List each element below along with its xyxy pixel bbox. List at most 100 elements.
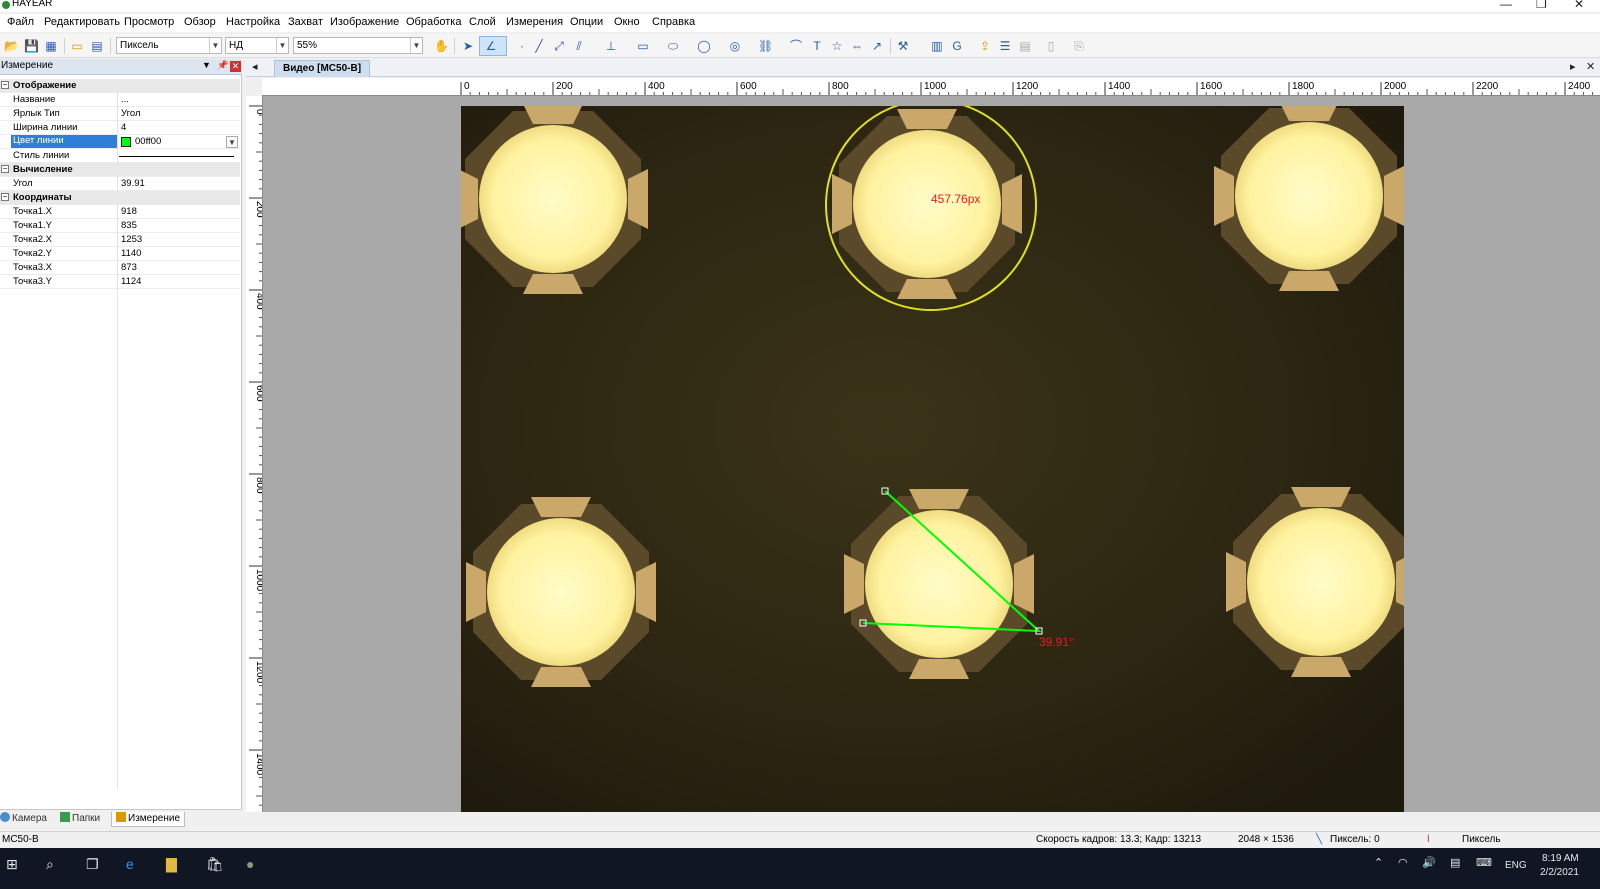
network-icon[interactable]: ◠ <box>1398 856 1408 869</box>
keyboard-icon[interactable]: ⌨ <box>1476 856 1492 869</box>
menu-window[interactable]: Окно <box>614 16 640 28</box>
prop-row-p2x[interactable]: Точка2.X 1253 <box>0 233 240 247</box>
tab-video[interactable]: Видео [MC50-B] <box>274 60 370 77</box>
arrow-line-icon[interactable]: ⤢ <box>552 39 566 53</box>
menu-measure[interactable]: Измерения <box>506 16 563 28</box>
g-icon[interactable]: G <box>950 39 964 53</box>
scale-bar-icon[interactable]: ⇔ <box>850 39 864 53</box>
category-calc[interactable]: − Вычисление <box>0 163 240 177</box>
menu-edit[interactable]: Редактировать <box>44 16 120 28</box>
prop-row-label-type[interactable]: Ярлык Тип Угол <box>0 107 240 121</box>
hand-icon[interactable]: ✋ <box>434 39 449 53</box>
prop-row-p3x[interactable]: Точка3.X 873 <box>0 261 240 275</box>
polygon-icon[interactable]: ☆ <box>830 39 844 53</box>
volume-icon[interactable]: 🔊 <box>1422 856 1436 869</box>
collapse-icon[interactable]: − <box>1 81 9 89</box>
link-icon[interactable]: ⛓ <box>758 39 773 53</box>
close-button[interactable]: ✕ <box>1574 0 1584 11</box>
prop-row-line-width[interactable]: Ширина линии 4 <box>0 121 240 135</box>
menu-browse[interactable]: Обзор <box>184 16 216 28</box>
prop-row-p1x[interactable]: Точка1.X 918 <box>0 205 240 219</box>
panel-menu-icon[interactable]: ▼ <box>202 60 211 70</box>
menu-help[interactable]: Справка <box>652 16 695 28</box>
pointer-icon[interactable]: ➤ <box>461 39 475 53</box>
notifications-icon[interactable]: ▤ <box>1450 856 1460 869</box>
menu-setup[interactable]: Настройка <box>226 16 280 28</box>
restore-button[interactable]: ❐ <box>1536 0 1547 11</box>
curve-icon[interactable]: ⌒ <box>789 39 803 53</box>
export-icon[interactable]: ⇪ <box>978 39 992 53</box>
prop-row-p3y[interactable]: Точка3.Y 1124 <box>0 275 240 289</box>
table-icon[interactable]: ▤ <box>1018 39 1032 53</box>
tab-scroll-left-icon[interactable]: ◂ <box>252 60 258 73</box>
document-icon[interactable]: ▯ <box>1044 39 1058 53</box>
panel-close-icon[interactable]: ✕ <box>230 61 241 72</box>
minimize-button[interactable]: — <box>1500 0 1512 11</box>
windows-start-icon[interactable]: ⊞ <box>6 856 18 873</box>
folder-icon[interactable]: ▭ <box>70 39 84 53</box>
save-all-icon[interactable]: ▦ <box>44 39 58 53</box>
thermometer-icon: ǀ <box>1427 834 1430 845</box>
clock-time[interactable]: 8:19 AM <box>1542 853 1579 864</box>
tab-folders[interactable]: Папки <box>60 812 100 827</box>
tray-chevron-icon[interactable]: ⌃ <box>1374 856 1383 869</box>
ruler-h-label: 1000 <box>924 81 947 92</box>
hayear-app-icon[interactable]: ● <box>246 856 254 872</box>
pin-icon[interactable]: 📌 <box>217 60 228 71</box>
prop-row-line-style[interactable]: Стиль линии <box>0 149 240 163</box>
task-view-icon[interactable]: ❐ <box>86 856 99 873</box>
input-language[interactable]: ENG <box>1505 860 1527 871</box>
unit-select[interactable]: Пиксель ▼ <box>116 37 222 54</box>
microscope-image[interactable]: 457.76px 39.91° <box>461 106 1404 812</box>
prop-row-line-color[interactable]: Цвет линии 00ff00 ▼ <box>0 135 240 149</box>
color-swatch <box>121 137 131 147</box>
collapse-icon[interactable]: − <box>1 193 9 201</box>
ellipse-icon[interactable]: ⬭ <box>666 39 680 53</box>
point-icon[interactable]: · <box>515 39 529 53</box>
concentric-icon[interactable]: ◎ <box>728 39 742 53</box>
prop-row-angle[interactable]: Угол 39.91 <box>0 177 240 191</box>
store-icon[interactable]: 🛍 <box>206 856 224 873</box>
category-display[interactable]: − Отображение <box>0 79 240 93</box>
menu-options[interactable]: Опции <box>570 16 603 28</box>
prop-row-name[interactable]: Название ... <box>0 93 240 107</box>
collapse-icon[interactable]: − <box>1 165 9 173</box>
tab-measurement[interactable]: Измерение <box>111 812 186 827</box>
text-icon[interactable]: T <box>810 39 824 53</box>
open-icon[interactable]: 📂 <box>4 39 19 53</box>
arrow-icon[interactable]: ↗ <box>870 39 884 53</box>
menu-process[interactable]: Обработка <box>406 16 461 28</box>
line-icon[interactable]: ╱ <box>532 39 546 53</box>
category-coords[interactable]: − Координаты <box>0 191 240 205</box>
magnification-select[interactable]: НД ▼ <box>225 37 289 54</box>
perpendicular-icon[interactable]: ⊥ <box>604 39 618 53</box>
report-icon[interactable]: ⎘ <box>1072 39 1086 53</box>
histogram-icon[interactable]: ▥ <box>930 39 944 53</box>
menu-capture[interactable]: Захват <box>288 16 323 28</box>
tab-scroll-right-icon[interactable]: ▸ <box>1570 60 1576 73</box>
parallel-icon[interactable]: ⫽ <box>572 39 586 53</box>
calibrate-icon[interactable]: ⚒ <box>896 39 910 53</box>
angle-icon[interactable]: ∠ <box>484 39 498 53</box>
grid-icon[interactable]: ▤ <box>90 39 104 53</box>
menu-layer[interactable]: Слой <box>469 16 496 28</box>
explorer-icon[interactable]: ▇ <box>166 856 177 873</box>
align-icon[interactable]: ☰ <box>998 39 1012 53</box>
tab-close-icon[interactable]: ✕ <box>1586 60 1595 73</box>
rectangle-icon[interactable]: ▭ <box>636 39 650 53</box>
menu-image[interactable]: Изображение <box>330 16 399 28</box>
chevron-down-icon[interactable]: ▼ <box>226 136 238 148</box>
save-icon[interactable]: 💾 <box>24 39 39 53</box>
status-device: MC50-B <box>2 834 39 845</box>
edge-icon[interactable]: e <box>126 856 134 872</box>
prop-row-p2y[interactable]: Точка2.Y 1140 <box>0 247 240 261</box>
tab-camera[interactable]: Камера <box>0 812 47 827</box>
zoom-select[interactable]: 55% ▼ <box>293 37 423 54</box>
prop-row-p1y[interactable]: Точка1.Y 835 <box>0 219 240 233</box>
circle-measurement-label: 457.76px <box>931 192 980 206</box>
clock-date[interactable]: 2/2/2021 <box>1540 867 1579 878</box>
circle-icon[interactable]: ◯ <box>697 39 711 53</box>
menu-file[interactable]: Файл <box>7 16 34 28</box>
menu-view[interactable]: Просмотр <box>124 16 174 28</box>
search-icon[interactable]: ⌕ <box>46 856 54 873</box>
